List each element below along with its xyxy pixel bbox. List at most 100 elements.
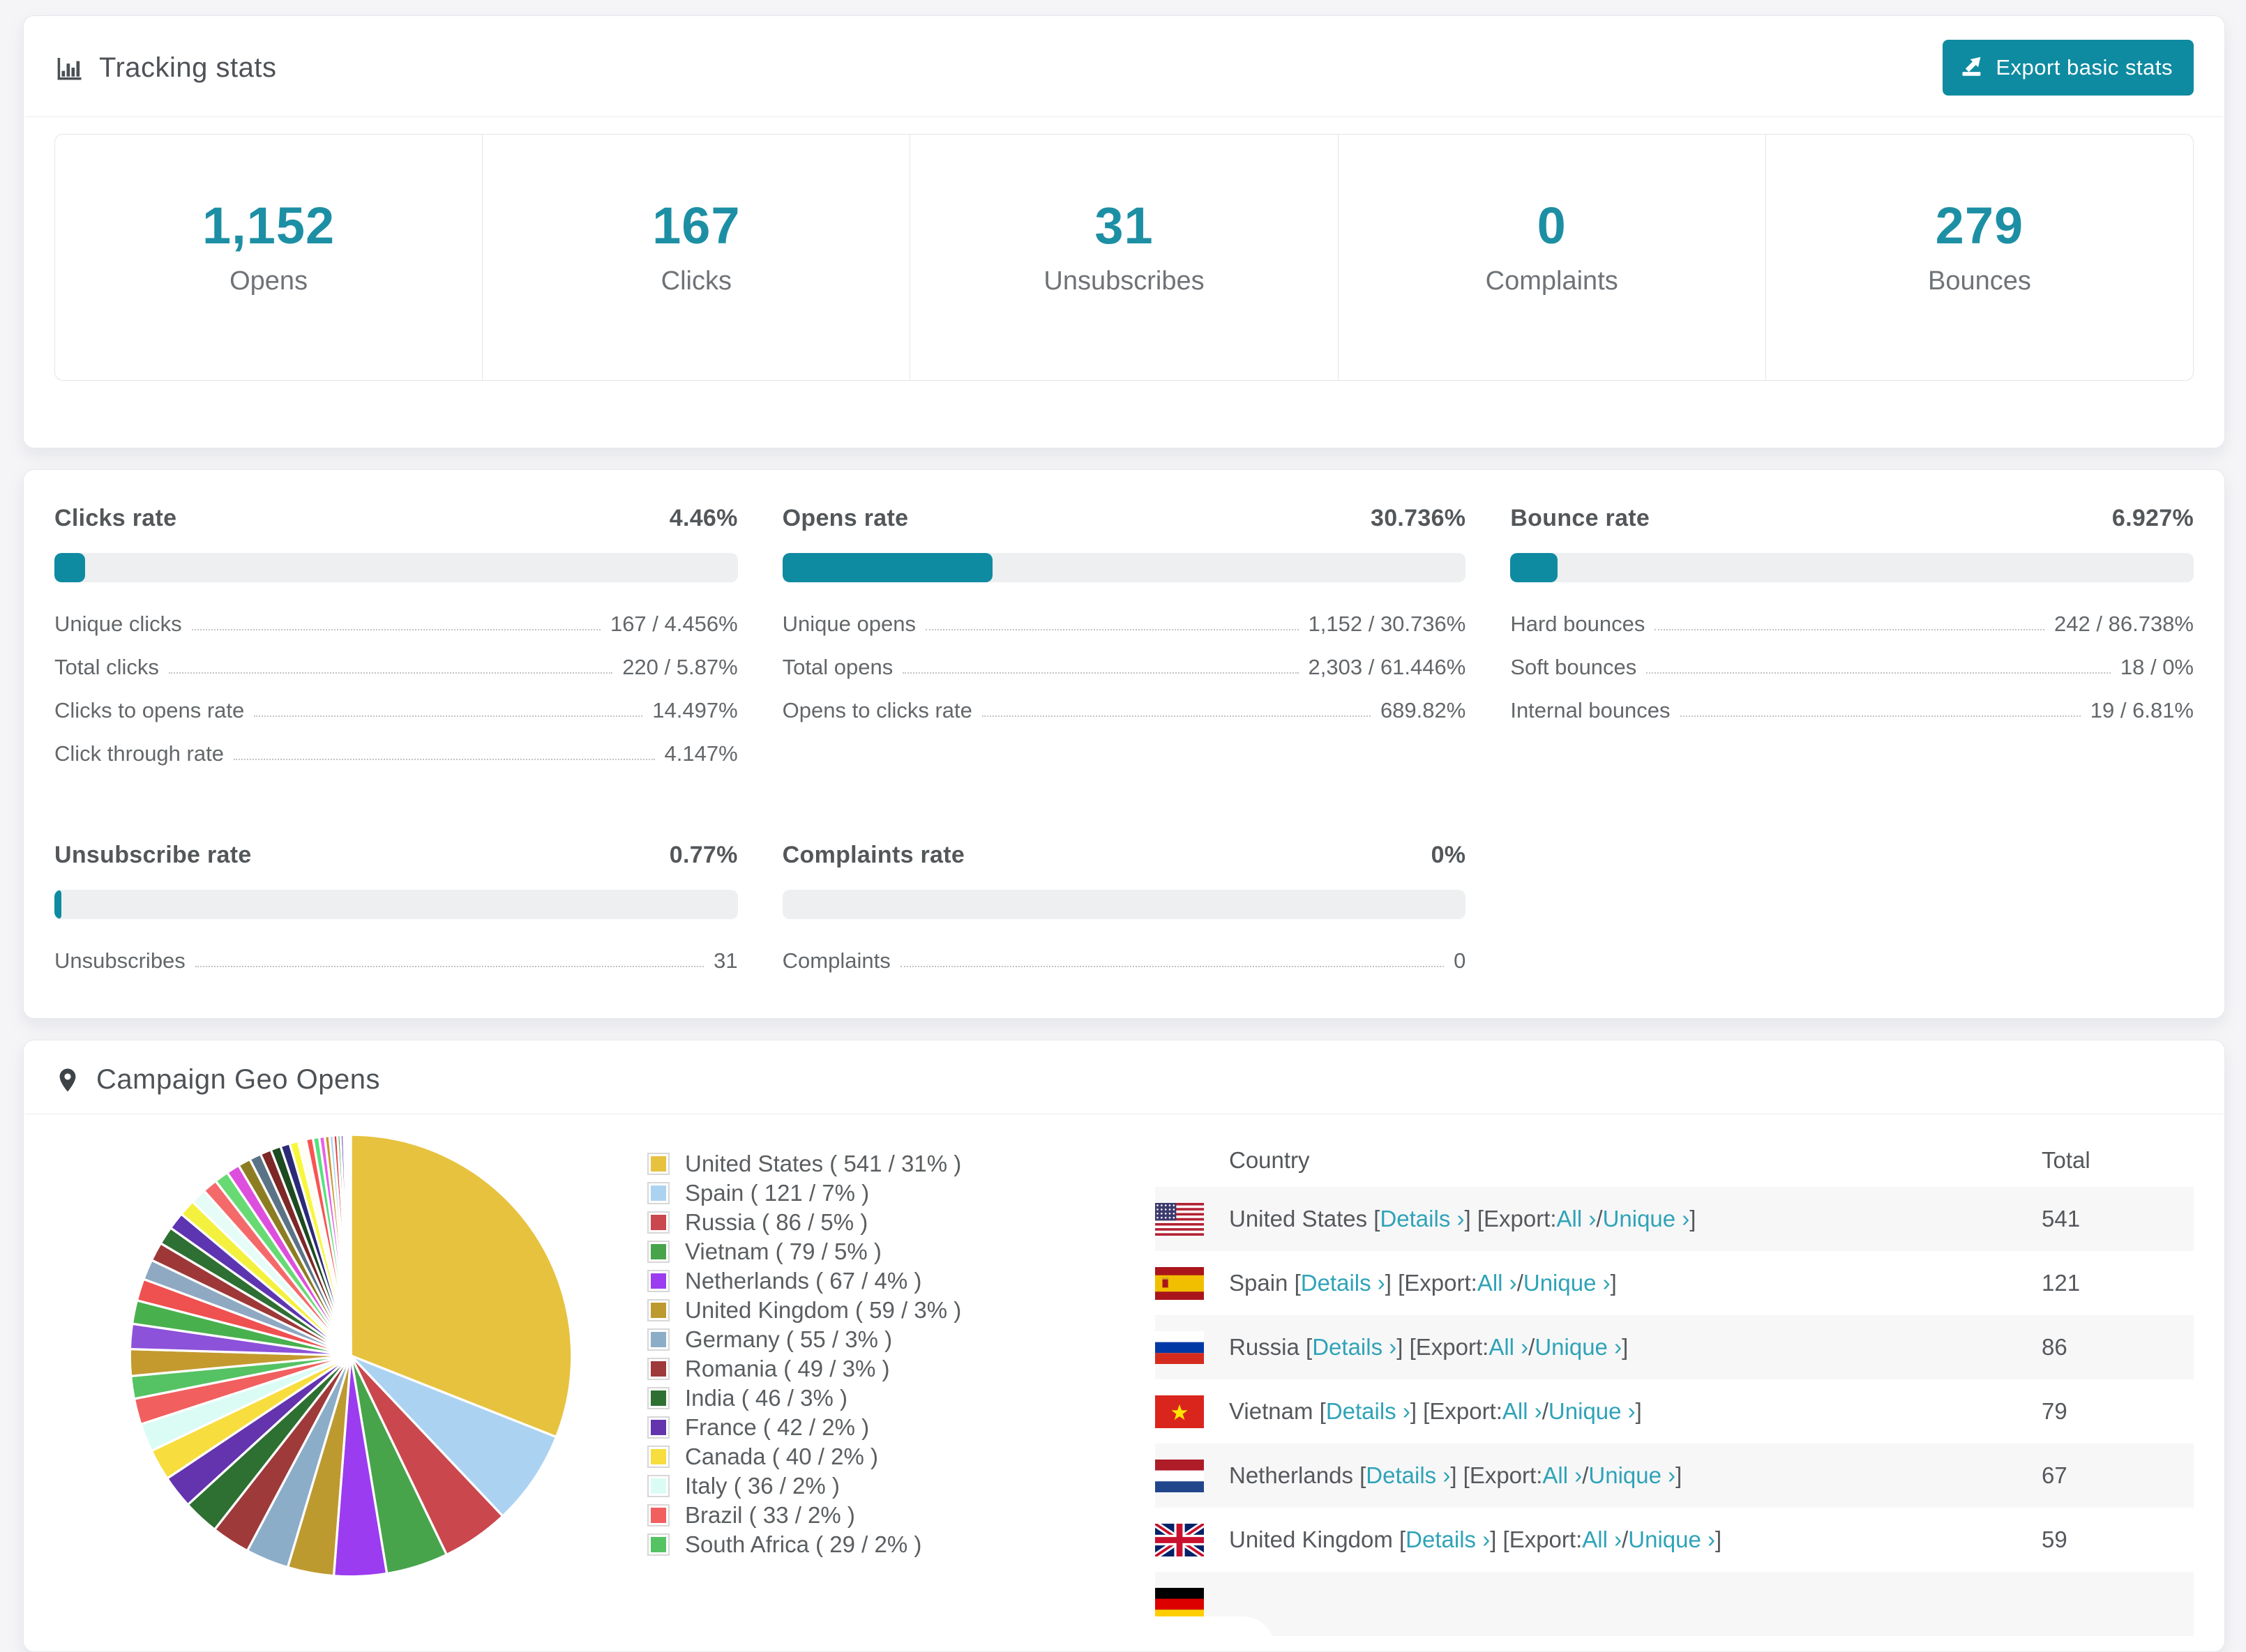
rate-row-value: 0: [1454, 948, 1466, 973]
export-unique-link[interactable]: Unique ›: [1535, 1334, 1622, 1361]
geo-content: United States ( 541 / 31% ) Spain ( 121 /…: [24, 1114, 2224, 1636]
bracket: [: [1373, 1206, 1380, 1232]
separator: /: [1622, 1526, 1629, 1552]
details-link[interactable]: Details ›: [1326, 1398, 1410, 1425]
country-name: United Kingdom: [1229, 1526, 1399, 1552]
rate-row-value: 689.82%: [1380, 698, 1466, 722]
bracket: ]: [1715, 1526, 1722, 1552]
rate-progress-fill: [54, 890, 61, 919]
table-row-netherlands: Netherlands [Details ›] [Export: All › /…: [1155, 1443, 2194, 1508]
rates-grid: Clicks rate 4.46% Unique clicks 167 / 4.456…: [54, 505, 2194, 973]
rate-progress-bar: [54, 553, 738, 582]
export-all-link[interactable]: All ›: [1557, 1206, 1597, 1232]
legend-label: Brazil ( 33 / 2% ): [685, 1502, 855, 1528]
export-all-link[interactable]: All ›: [1542, 1462, 1582, 1489]
rate-block-complaints: Complaints rate 0% Complaints 0: [782, 842, 1466, 973]
rate-block-clicks: Clicks rate 4.46% Unique clicks 167 / 4.456…: [54, 505, 738, 766]
dotted-leader: [1646, 672, 2111, 674]
details-link[interactable]: Details ›: [1312, 1334, 1396, 1361]
legend-item: India ( 46 / 3% ): [647, 1384, 1155, 1413]
table-row-spain: Spain [Details ›] [Export: All › / Uniqu…: [1155, 1251, 2194, 1315]
bracket: ]: [1675, 1462, 1682, 1488]
country-cell: [1155, 1587, 2042, 1621]
export-basic-stats-button[interactable]: Export basic stats: [1943, 40, 2194, 96]
legend-swatch: [647, 1446, 670, 1468]
export-unique-link[interactable]: Unique ›: [1603, 1206, 1690, 1232]
legend-label: Spain ( 121 / 7% ): [685, 1180, 870, 1206]
nl-flag-icon: [1155, 1459, 1204, 1492]
rate-head: Complaints rate 0%: [783, 842, 1466, 869]
legend-label: Canada ( 40 / 2% ): [685, 1443, 878, 1469]
rate-row-value: 18 / 0%: [2120, 655, 2194, 679]
rate-row-value: 167 / 4.456%: [610, 612, 738, 636]
legend-item: Romania ( 49 / 3% ): [647, 1354, 1155, 1384]
rate-row: Hard bounces 242 / 86.738%: [1510, 612, 2194, 637]
tracking-stats-title: Tracking stats: [54, 52, 276, 84]
separator: /: [1582, 1462, 1589, 1488]
rate-head: Opens rate 30.736%: [783, 505, 1466, 532]
rate-row-label: Click through rate: [54, 741, 224, 766]
legend-item: France ( 42 / 2% ): [647, 1413, 1155, 1442]
details-link[interactable]: Details ›: [1366, 1462, 1450, 1489]
bar-chart-icon: [54, 53, 84, 82]
rate-head: Bounce rate 6.927%: [1510, 505, 2194, 532]
legend-label: France ( 42 / 2% ): [685, 1414, 870, 1440]
rate-title: Complaints rate: [782, 842, 965, 868]
rate-row: Total opens 2,303 / 61.446%: [783, 655, 1466, 680]
country-cell: Russia [Details ›] [Export: All › / Uniq…: [1155, 1331, 2042, 1364]
legend-swatch: [647, 1475, 670, 1497]
export-unique-link[interactable]: Unique ›: [1628, 1526, 1715, 1553]
stats-strip: 1,152 Opens 167 Clicks 31 Unsubscribes 0 Compla…: [54, 134, 2194, 381]
rate-row-value: 242 / 86.738%: [2054, 612, 2194, 636]
export-unique-link[interactable]: Unique ›: [1548, 1398, 1636, 1425]
rates-card: Clicks rate 4.46% Unique clicks 167 / 4.456…: [23, 469, 2225, 1019]
export-unique-link[interactable]: Unique ›: [1588, 1462, 1675, 1489]
rate-head: Unsubscribe rate 0.77%: [54, 842, 738, 869]
rate-row: Unique clicks 167 / 4.456%: [54, 612, 738, 637]
legend-swatch: [647, 1328, 670, 1351]
rate-value: 30.736%: [1371, 505, 1466, 531]
export-all-link[interactable]: All ›: [1502, 1398, 1542, 1425]
export-unique-link[interactable]: Unique ›: [1523, 1270, 1611, 1296]
stat-value: 0: [1537, 197, 1567, 255]
stat-box-clicks: 167 Clicks: [483, 135, 911, 380]
legend-label: Germany ( 55 / 3% ): [685, 1326, 893, 1352]
bracket: [: [1399, 1526, 1406, 1552]
rate-row-value: 2,303 / 61.446%: [1308, 655, 1466, 679]
country-name: Netherlands: [1229, 1462, 1360, 1488]
vn-flag-icon: [1155, 1395, 1204, 1428]
rate-row: Click through rate 4.147%: [54, 741, 738, 766]
bracket: ]: [1635, 1398, 1642, 1424]
legend-label: Romania ( 49 / 3% ): [685, 1356, 890, 1381]
rate-rows: Complaints 0: [783, 948, 1466, 973]
legend-swatch: [647, 1358, 670, 1380]
rate-value: 0%: [1431, 842, 1466, 868]
bracket: [: [1294, 1270, 1301, 1296]
tracking-stats-card: Tracking stats Export basic stats 1,152 O…: [23, 15, 2225, 448]
legend-item: Italy ( 36 / 2% ): [647, 1471, 1155, 1501]
legend-swatch: [647, 1182, 670, 1204]
legend-swatch: [647, 1241, 670, 1263]
rate-row: Unsubscribes 31: [54, 948, 738, 973]
export-all-link[interactable]: All ›: [1582, 1526, 1622, 1553]
details-link[interactable]: Details ›: [1380, 1206, 1464, 1232]
export-all-link[interactable]: All ›: [1488, 1334, 1528, 1361]
legend-label: Russia ( 86 / 5% ): [685, 1209, 868, 1235]
geo-pie-wrap: [54, 1126, 647, 1586]
details-link[interactable]: Details ›: [1405, 1526, 1490, 1553]
dotted-leader: [233, 759, 655, 760]
dotted-leader: [900, 966, 1445, 967]
legend-swatch: [647, 1504, 670, 1526]
rate-value: 6.927%: [2111, 505, 2194, 531]
es-flag-icon: [1155, 1266, 1204, 1300]
bracket: ] [Export:: [1490, 1526, 1583, 1552]
rate-progress-bar: [782, 890, 1466, 919]
stat-value: 279: [1935, 197, 2024, 255]
legend-item: United Kingdom ( 59 / 3% ): [647, 1296, 1155, 1325]
rate-row-label: Total opens: [782, 655, 894, 679]
export-all-link[interactable]: All ›: [1477, 1270, 1517, 1296]
details-link[interactable]: Details ›: [1301, 1270, 1385, 1296]
dotted-leader: [1655, 629, 2045, 630]
bracket: [: [1359, 1462, 1366, 1488]
rate-row-label: Unsubscribes: [54, 948, 186, 973]
